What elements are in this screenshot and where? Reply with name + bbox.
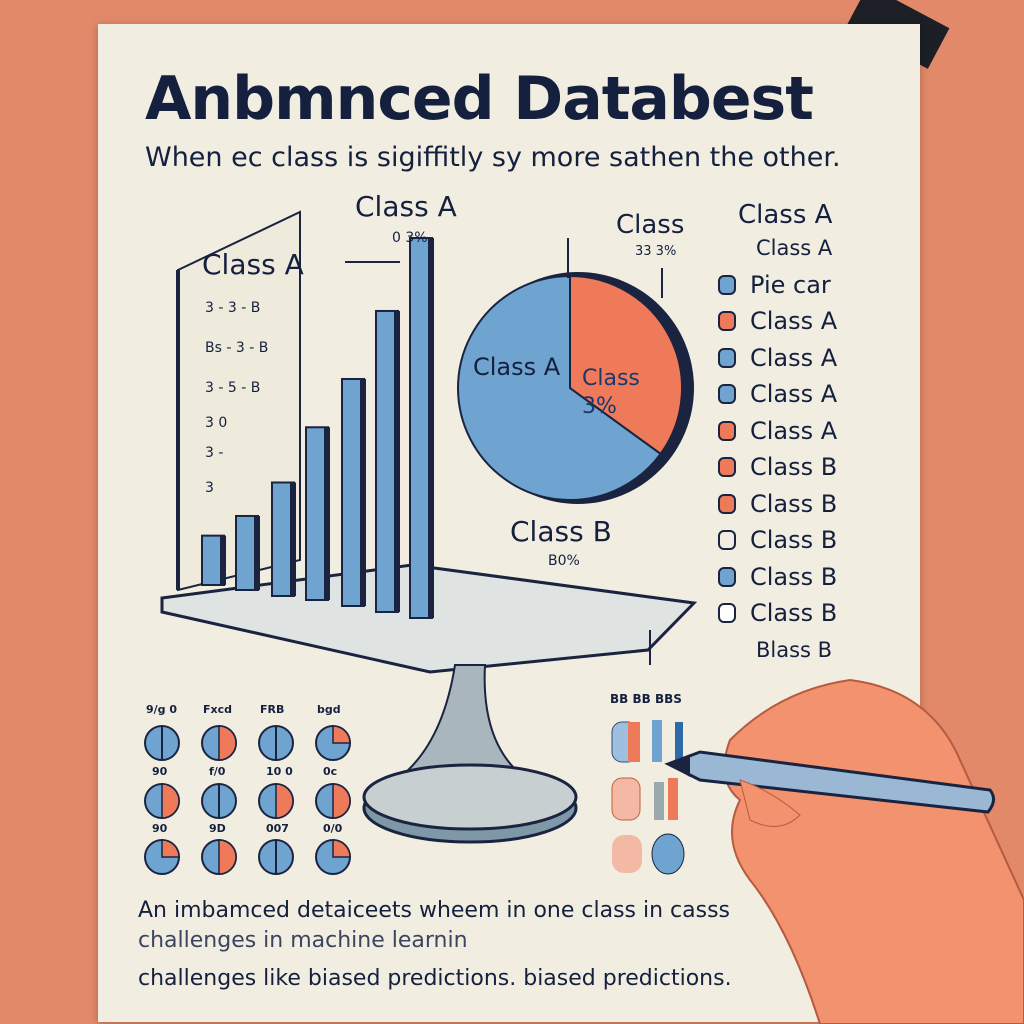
pie-label-a: Class A [473,352,560,382]
mini-pie-label: 9D [209,822,226,835]
axis-tick-label: 3 - 3 - B [205,300,261,316]
mini-pie-label: FRB [260,703,285,716]
legend-swatch [718,311,736,332]
legend-label: Blass B [756,637,833,662]
legend-item: Class B [718,595,837,632]
bar-side [428,238,434,618]
mini-pie-slice [332,725,351,744]
legend-item: Class B [718,559,837,596]
legend-item: Class B [718,449,837,486]
pie-label-top-value: 33 3% [635,244,677,259]
bar-label-left: Class A [202,248,304,281]
legend-item: Class A [718,413,837,450]
legend-item: Blass B [718,632,837,669]
mini-pie-slice [332,839,351,858]
bar-top-value: 0 3% [392,230,428,246]
legend-label: Class B [750,562,838,591]
footer-line-3: challenges like biased predictions. bias… [138,966,732,991]
mini-bars-label: BB BB BBS [610,692,682,706]
legend-item: Class B [718,486,837,523]
mini-pie-label: 0c [323,765,338,778]
legend-label: Class B [750,599,838,628]
legend-item: Class A [718,303,837,340]
legend-item: Class A [718,340,837,377]
mini-pie-slice [218,839,237,875]
mini-pie-slice [332,783,351,819]
legend-label: Class A [750,307,838,336]
legend-swatch [718,420,736,441]
legend-label: Class A [750,416,838,445]
mini-pie-label: 9/g 0 [146,703,178,716]
legend-swatch [718,530,736,551]
mini-pie-slice [161,839,180,858]
pie-label-bottom-value: B0% [548,553,580,569]
bar-label-top: Class A [355,190,457,223]
mini-pie-slice [218,725,237,761]
axis-tick-label: Bs - 3 - B [205,340,269,356]
axis-tick-label: 3 - [205,445,224,461]
legend-label: Pie car [750,270,831,299]
subtitle: When ec class is sigiffitly sy more sath… [145,142,841,173]
bar-side [360,378,366,606]
bar-side [254,515,260,590]
legend-swatch [718,274,736,295]
pie-label-top: Class [616,210,685,240]
legend-label: Class A [756,236,833,261]
legend-swatch [718,457,736,478]
bar-side [394,310,400,612]
legend-swatch [718,493,736,514]
mini-pie-label: f/0 [209,765,226,778]
mini-pie-slice [161,783,180,819]
legend-item: Class B [718,522,837,559]
bar-side [220,535,226,585]
footer-line-2: challenges in machine learnin [138,928,468,953]
legend-item: Class A [718,230,837,267]
mini-pie-label: bgd [317,703,341,716]
pie-label-a-text: Class A [473,353,561,381]
legend-label: Class B [750,453,838,482]
legend-item: Pie car [718,267,837,304]
bar-side [324,427,330,600]
legend-swatch [718,347,736,368]
legend: Class A Pie car Class A Class A Class A Class… [718,230,837,668]
axis-tick-label: 3 - 5 - B [205,380,261,396]
pie-label-b-inner: Class 3% [582,366,640,419]
mini-pie-label: 90 [152,765,168,778]
legend-swatch [718,603,736,624]
axis-tick-label: 3 [205,480,214,496]
mini-pie-label: 007 [266,822,289,835]
mini-pie-label: 10 0 [266,765,293,778]
page-title: Anbmnced Databest [145,64,814,134]
mini-bar-icons [611,720,685,875]
legend-item: Class A [718,376,837,413]
footer-line-1: An imbamced detaiceets wheem in one clas… [138,898,730,923]
legend-header: Class A [738,200,833,230]
mini-pie-label: 90 [152,822,168,835]
legend-label: Class A [750,380,838,409]
bar-side [290,482,296,596]
mini-pie-label: 0/0 [323,822,343,835]
mini-pie-slice [275,783,294,819]
mini-pie-label: Fxcd [203,703,233,716]
pie-label-bottom: Class B [510,515,612,548]
legend-swatch [718,384,736,405]
legend-swatch [718,566,736,587]
axis-tick-label: 3 0 [205,415,228,431]
legend-label: Class A [750,343,838,372]
legend-label: Class B [750,489,838,518]
legend-label: Class B [750,526,838,555]
